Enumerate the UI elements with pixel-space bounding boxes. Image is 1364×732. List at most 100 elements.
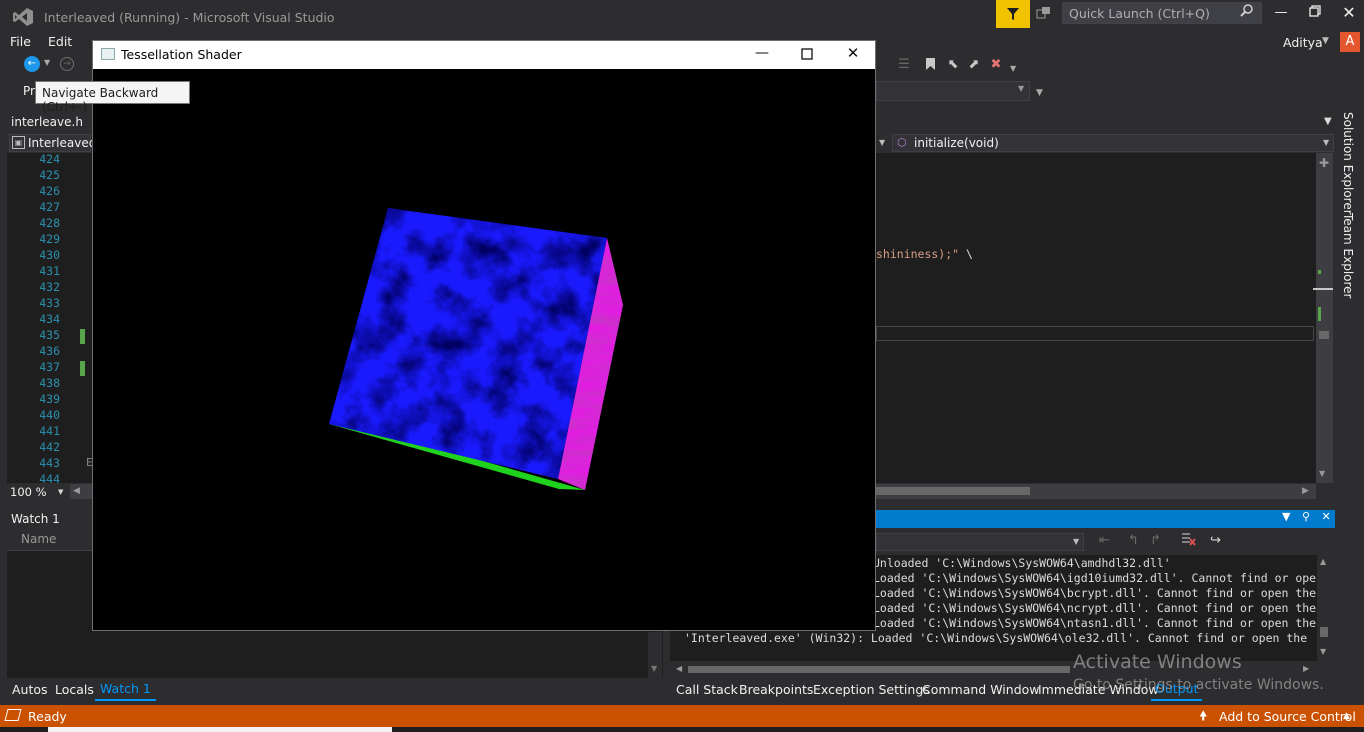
minimize-icon[interactable]: — bbox=[747, 45, 777, 65]
previous-message-icon[interactable]: ↰ bbox=[1128, 533, 1139, 548]
previous-bookmark-icon[interactable]: ⬉ bbox=[945, 57, 961, 73]
search-icon[interactable] bbox=[1240, 4, 1253, 21]
scroll-down-icon[interactable]: ▼ bbox=[651, 664, 657, 673]
code-line[interactable]: shininess);" \ bbox=[876, 247, 973, 261]
chevron-down-icon[interactable]: ▼ bbox=[1323, 138, 1329, 147]
line-number: 436 bbox=[39, 344, 60, 358]
solution-platform-combo[interactable] bbox=[876, 81, 1030, 101]
menu-edit[interactable]: Edit bbox=[48, 34, 72, 49]
notifications-filter-icon[interactable] bbox=[996, 0, 1030, 28]
arrow-up-icon[interactable]: 🠝 bbox=[1199, 707, 1207, 729]
quick-launch-input[interactable]: Quick Launch (Ctrl+Q) bbox=[1062, 2, 1262, 24]
chevron-down-icon[interactable]: ▼ bbox=[879, 138, 885, 147]
tab-exception-settings[interactable]: Exception Settings bbox=[813, 682, 930, 697]
split-editor-icon[interactable]: ✚ bbox=[1319, 156, 1329, 170]
next-message-icon[interactable]: ↱ bbox=[1150, 533, 1161, 548]
scrollbar-thumb[interactable] bbox=[688, 666, 1070, 673]
pin-icon[interactable]: ⚲ bbox=[1302, 510, 1310, 523]
feedback-icon[interactable] bbox=[1036, 5, 1054, 23]
watch-column-name[interactable]: Name bbox=[21, 532, 56, 546]
tab-call-stack[interactable]: Call Stack bbox=[676, 682, 738, 697]
scrollbar-thumb[interactable] bbox=[876, 487, 1030, 495]
toolbar-overflow-icon[interactable]: ▼ bbox=[1010, 64, 1016, 73]
line-number: 442 bbox=[39, 440, 60, 454]
visual-studio-logo-icon bbox=[12, 7, 34, 27]
navigate-backward-icon[interactable]: ← bbox=[24, 56, 40, 72]
scroll-right-icon[interactable]: ▶ bbox=[1303, 664, 1309, 673]
pane-window-controls: ▼ ⚲ ✕ bbox=[1282, 510, 1331, 523]
bookmark-icon[interactable] bbox=[922, 57, 938, 73]
tab-list-dropdown-icon[interactable]: ▼ bbox=[1324, 116, 1332, 127]
tessellation-shader-window[interactable]: Tessellation Shader — ✕ bbox=[92, 40, 876, 631]
scroll-left-icon[interactable]: ◀ bbox=[73, 486, 80, 496]
line-number: 434 bbox=[39, 312, 60, 326]
clear-all-icon[interactable] bbox=[1181, 532, 1196, 550]
find-message-icon[interactable]: ⇤ bbox=[1099, 533, 1110, 548]
output-vertical-scrollbar[interactable] bbox=[1317, 555, 1331, 661]
chevron-down-icon[interactable]: ▼ bbox=[58, 488, 63, 496]
scroll-up-icon[interactable]: ▲ bbox=[1320, 557, 1326, 566]
chevron-down-icon[interactable]: ▼ bbox=[44, 58, 50, 67]
line-number: 438 bbox=[39, 376, 60, 390]
scroll-right-icon[interactable]: ▶ bbox=[1302, 486, 1309, 496]
scroll-down-icon[interactable]: ▼ bbox=[1320, 647, 1326, 656]
render-viewport[interactable] bbox=[93, 69, 875, 630]
menu-file[interactable]: File bbox=[10, 34, 31, 49]
line-number: 443 bbox=[39, 456, 60, 470]
line-number: 424 bbox=[39, 152, 60, 166]
scrollbar-position-marker bbox=[1313, 288, 1333, 290]
line-number: 437 bbox=[39, 360, 60, 374]
tab-breakpoints[interactable]: Breakpoints bbox=[739, 682, 813, 697]
project-icon: ▣ bbox=[12, 136, 25, 149]
taskbar-highlight bbox=[48, 727, 392, 732]
output-source-combo[interactable] bbox=[876, 533, 1084, 551]
avatar[interactable]: A bbox=[1340, 32, 1360, 52]
scroll-left-icon[interactable]: ◀ bbox=[676, 664, 682, 673]
document-tab[interactable]: interleave.h bbox=[11, 115, 83, 129]
team-explorer-tab[interactable]: Team Explorer bbox=[1341, 213, 1355, 299]
method-icon: ⬡ bbox=[897, 136, 907, 149]
close-icon[interactable]: ✕ bbox=[838, 44, 868, 64]
line-number: 430 bbox=[39, 248, 60, 262]
scrollbar-thumb[interactable] bbox=[1320, 627, 1328, 637]
solution-explorer-tab[interactable]: Solution Explorer bbox=[1341, 112, 1355, 215]
tab-locals[interactable]: Locals bbox=[55, 682, 94, 697]
scroll-down-icon[interactable]: ▼ bbox=[1319, 469, 1325, 478]
scrollbar-thumb[interactable] bbox=[1319, 331, 1329, 339]
restore-icon[interactable] bbox=[1305, 5, 1325, 23]
activation-watermark-subtitle: Go to Settings to activate Windows. bbox=[1073, 677, 1324, 693]
line-number: 425 bbox=[39, 168, 60, 182]
activation-watermark-title: Activate Windows bbox=[1073, 651, 1242, 673]
line-number: 431 bbox=[39, 264, 60, 278]
minimize-icon[interactable]: — bbox=[1271, 5, 1291, 23]
navigate-forward-icon[interactable]: → bbox=[60, 57, 74, 71]
pane-options-icon[interactable]: ▼ bbox=[1282, 510, 1290, 523]
tab-autos[interactable]: Autos bbox=[12, 682, 48, 697]
tab-watch-1[interactable]: Watch 1 bbox=[95, 678, 156, 701]
app-window-title: Tessellation Shader bbox=[121, 47, 242, 62]
tooltip: Navigate Backward (Ctrl+-) bbox=[35, 81, 190, 114]
chevron-down-icon[interactable]: ▼ bbox=[1018, 84, 1024, 93]
chevron-down-icon[interactable]: ▼ bbox=[1322, 36, 1329, 46]
clear-bookmarks-icon[interactable]: ✖ bbox=[988, 57, 1004, 73]
add-to-source-control-button[interactable]: Add to Source Control bbox=[1219, 709, 1356, 724]
word-wrap-icon[interactable]: ↪ bbox=[1210, 533, 1221, 548]
line-number: 439 bbox=[39, 392, 60, 406]
next-bookmark-icon[interactable]: ⬈ bbox=[966, 57, 982, 73]
chevron-up-icon[interactable]: ▲ bbox=[1343, 711, 1350, 721]
toolbar-overflow-icon[interactable]: ▼ bbox=[1036, 88, 1043, 98]
chevron-down-icon[interactable]: ▼ bbox=[1073, 537, 1079, 546]
maximize-icon[interactable] bbox=[792, 45, 822, 65]
close-icon[interactable]: ✕ bbox=[1339, 3, 1359, 22]
tab-command-window[interactable]: Command Window bbox=[922, 682, 1040, 697]
user-name[interactable]: Aditya bbox=[1283, 35, 1323, 50]
ide-window-title: Interleaved (Running) - Microsoft Visual… bbox=[44, 10, 335, 25]
close-icon[interactable]: ✕ bbox=[1322, 510, 1331, 523]
line-number: 435 bbox=[39, 328, 60, 342]
app-window-icon bbox=[101, 48, 115, 60]
toolbar-partial-label: Pr bbox=[23, 84, 35, 98]
comment-icon[interactable]: ☰ bbox=[896, 57, 912, 73]
output-line: Loaded 'C:\Windows\SysWOW64\bcrypt.dll'.… bbox=[873, 586, 1317, 600]
line-number: 441 bbox=[39, 424, 60, 438]
change-indicator bbox=[80, 329, 85, 344]
